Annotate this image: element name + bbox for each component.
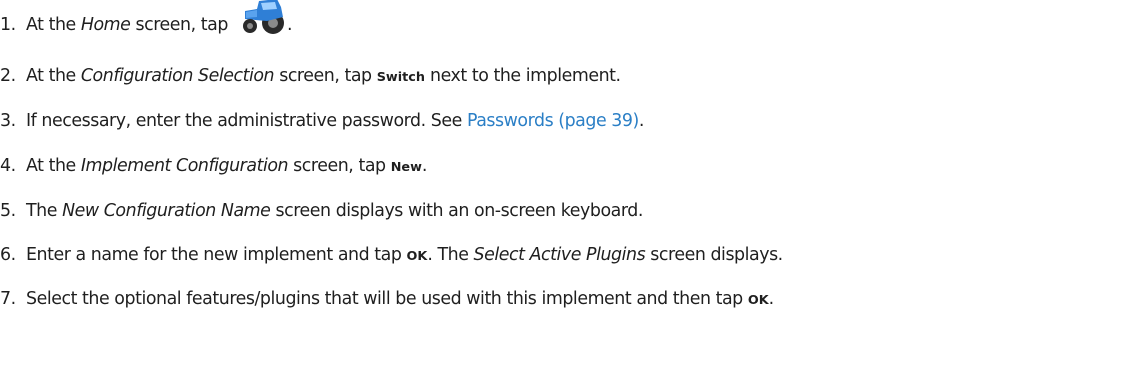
screen-name-text: Select Active Plugins [473,245,646,265]
step-item: 4. At the Implement Configuration screen,… [0,151,427,181]
button-name-text: OK [747,293,769,308]
plain-text: If necessary, enter the administrative p… [26,111,467,131]
screen-name-text: Implement Configuration [80,156,289,176]
screen-name-text: New Configuration Name [62,201,271,221]
button-name-text: New [390,160,422,175]
step-number: 3. [0,111,16,131]
plain-text: Select the optional features/plugins tha… [26,289,748,309]
button-name-text: OK [406,249,428,264]
plain-text: screen, tap [274,66,377,86]
plain-text: screen, tap [288,156,391,176]
step-text: At the Configuration Selection screen, t… [26,66,621,86]
plain-text: . [768,289,775,309]
plain-text: At the [26,66,81,86]
plain-text: . [638,111,645,131]
plain-text: At the [26,15,81,35]
step-text: Select the optional features/plugins tha… [26,289,774,309]
step-number: 7. [0,289,16,309]
plain-text: . The [427,245,474,265]
passwords-link[interactable]: Passwords (page 39) [467,111,639,131]
step-text: At the Implement Configuration screen, t… [26,156,427,176]
button-name-text: Switch [376,70,425,85]
step-text: The New Configuration Name screen displa… [26,201,643,221]
step-text: If necessary, enter the administrative p… [26,111,644,131]
plain-text: next to the implement. [424,66,621,86]
plain-text: screen, tap [130,15,234,35]
plain-text: At the [26,156,81,176]
plain-text: . [287,15,293,35]
plain-text: screen displays with an on-screen keyboa… [270,201,643,221]
plain-text: Enter a name for the new implement and t… [26,245,407,265]
step-text: At the Home screen, tap . [26,0,293,45]
step-item: 3. If necessary, enter the administrative… [0,106,644,136]
plain-text: The [26,201,63,221]
tractor-icon [237,0,287,35]
step-number: 4. [0,156,16,176]
screen-name-text: Home [80,15,131,35]
step-text: Enter a name for the new implement and t… [26,245,783,265]
plain-text: . [421,156,428,176]
step-number: 6. [0,245,16,265]
step-number: 1. [0,15,16,35]
step-number: 5. [0,201,16,221]
step-item: 1. At the Home screen, tap . [0,0,293,40]
screen-name-text: Configuration Selection [80,66,275,86]
step-item: 2. At the Configuration Selection screen,… [0,61,621,91]
step-item: 6. Enter a name for the new implement and… [0,240,783,270]
step-item: 5. The New Configuration Name screen disp… [0,196,643,226]
step-number: 2. [0,66,16,86]
step-item: 7. Select the optional features/plugins t… [0,284,774,314]
plain-text: screen displays. [645,245,783,265]
